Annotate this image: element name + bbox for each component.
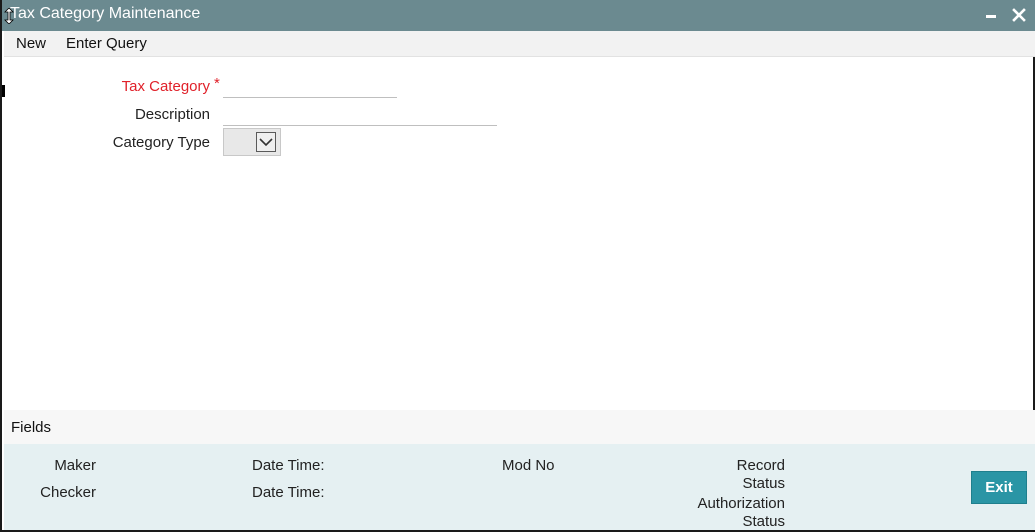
audit-panel: Maker Checker Date Time: Date Time: Mod … <box>4 444 1035 530</box>
maker-date-time-label: Date Time: <box>252 457 325 474</box>
category-type-select[interactable] <box>223 128 281 156</box>
exit-button[interactable]: Exit <box>971 471 1027 504</box>
enter-query-button[interactable]: Enter Query <box>66 35 147 52</box>
minimize-button[interactable] <box>983 5 999 25</box>
authorization-label: Authorization <box>697 495 785 512</box>
maker-label: Maker <box>54 457 96 474</box>
fields-button[interactable]: Fields <box>11 419 51 436</box>
window-titlebar[interactable]: Tax Category Maintenance <box>2 0 1035 31</box>
mod-no-label: Mod No <box>502 457 555 474</box>
required-marker: * <box>214 75 220 92</box>
dropdown-button[interactable] <box>256 132 276 152</box>
close-icon <box>1012 8 1026 22</box>
category-type-row: Category Type <box>2 128 522 158</box>
record-status-label: Status <box>742 475 785 492</box>
description-row: Description <box>2 106 522 130</box>
category-type-label: Category Type <box>112 134 210 151</box>
window-title: Tax Category Maintenance <box>10 5 201 22</box>
tax-category-input[interactable] <box>223 78 397 98</box>
authorization-status-label: Status <box>742 513 785 530</box>
toolbar: New Enter Query <box>4 31 1035 57</box>
tax-category-window: Tax Category Maintenance New Enter Query… <box>0 0 1035 532</box>
checker-label: Checker <box>40 484 96 501</box>
tax-category-row: Tax Category * <box>2 75 522 102</box>
checker-date-time-label: Date Time: <box>252 484 325 501</box>
record-label: Record <box>736 457 785 474</box>
description-input[interactable] <box>223 106 497 126</box>
close-button[interactable] <box>1009 5 1029 25</box>
fields-section: Fields <box>4 410 1035 444</box>
new-button[interactable]: New <box>16 35 46 52</box>
chevron-down-icon <box>259 138 273 147</box>
tax-category-label: Tax Category <box>121 78 210 95</box>
description-label: Description <box>134 106 210 123</box>
